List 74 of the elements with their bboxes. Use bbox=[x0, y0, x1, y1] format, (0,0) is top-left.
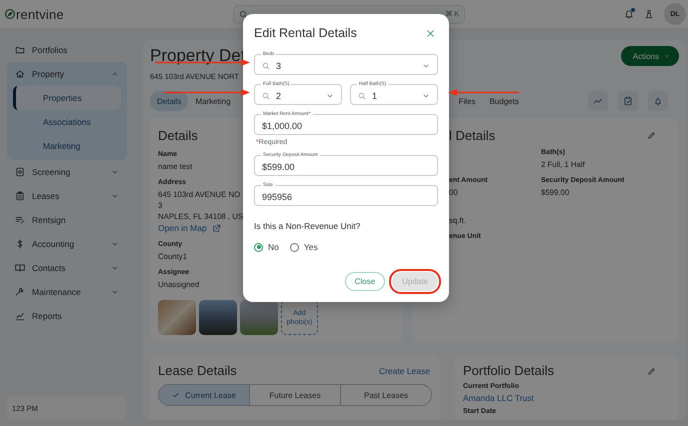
photo-placeholder bbox=[199, 300, 237, 335]
sidebar-item[interactable]: Accounting bbox=[7, 232, 127, 256]
dollar-icon bbox=[15, 239, 25, 249]
search-icon bbox=[262, 92, 270, 100]
tab[interactable]: Files bbox=[452, 96, 482, 106]
sidebar-item[interactable]: Contacts bbox=[7, 256, 127, 280]
search-icon bbox=[358, 92, 366, 100]
close-dialog-button[interactable]: Close bbox=[344, 272, 386, 291]
sidebar-subitem[interactable]: Associations bbox=[13, 110, 121, 134]
sidebar-item[interactable]: Leases bbox=[7, 184, 127, 208]
card-title: Lease Details bbox=[158, 363, 237, 379]
list-pen-icon bbox=[15, 215, 25, 225]
pencil-icon bbox=[647, 131, 656, 140]
toolbar-button[interactable] bbox=[618, 91, 638, 111]
actions-button[interactable]: Actions bbox=[620, 46, 679, 66]
person-icon bbox=[644, 9, 654, 19]
clipboard-icon bbox=[15, 191, 25, 201]
radio-button[interactable] bbox=[254, 242, 263, 252]
book-icon bbox=[15, 263, 25, 273]
document-icon bbox=[15, 167, 25, 177]
lease-segmented-control[interactable]: Current Lease Future Leases Past Leases bbox=[158, 384, 432, 406]
sidebar-item[interactable]: Rentsign bbox=[7, 208, 127, 232]
segment-tab[interactable]: Current Lease bbox=[159, 385, 249, 405]
segment-tab[interactable]: Future Leases bbox=[249, 385, 340, 405]
create-lease-link[interactable]: Create Lease bbox=[378, 366, 430, 376]
chevron-icon bbox=[111, 288, 119, 296]
tab[interactable]: Budgets bbox=[482, 96, 526, 106]
sidebar-item[interactable]: Portfolios bbox=[7, 38, 127, 62]
calendar-check-icon bbox=[623, 96, 633, 106]
toolbar-button[interactable] bbox=[648, 91, 668, 111]
pencil-icon bbox=[647, 367, 656, 376]
card-title: l Details bbox=[449, 128, 496, 144]
notification-button[interactable] bbox=[624, 9, 634, 19]
photo-placeholder bbox=[240, 300, 278, 335]
sidebar-item[interactable]: Reports bbox=[7, 304, 127, 328]
segment-tab[interactable]: Past Leases bbox=[340, 385, 431, 405]
question-text: Is this a Non-Revenue Unit? bbox=[254, 221, 362, 231]
sidebar-subitem[interactable]: Properties bbox=[13, 86, 121, 110]
close-icon bbox=[426, 28, 435, 38]
bell-icon bbox=[624, 9, 634, 19]
chevron-icon bbox=[111, 264, 119, 272]
check-icon bbox=[172, 391, 180, 399]
close-button[interactable] bbox=[426, 28, 435, 38]
portfolio-link[interactable]: Amanda LLC Trust bbox=[463, 392, 534, 404]
trend-line-icon bbox=[593, 96, 603, 106]
card-title: Portfolio Details bbox=[463, 363, 554, 379]
caret-icon bbox=[664, 53, 670, 59]
search-icon bbox=[239, 10, 248, 18]
folder-icon bbox=[15, 45, 25, 55]
chevron-icon bbox=[111, 240, 119, 248]
house-icon bbox=[15, 69, 25, 79]
map-link[interactable]: Open in Map bbox=[158, 222, 207, 234]
sidebar-item[interactable]: Maintenance bbox=[7, 280, 127, 304]
chevron-icon bbox=[111, 168, 119, 176]
external-link-icon bbox=[212, 224, 221, 232]
chevron-icon bbox=[111, 192, 119, 200]
card-title: Details bbox=[158, 128, 198, 144]
chart-icon bbox=[15, 311, 25, 321]
radio-button[interactable] bbox=[290, 242, 299, 252]
dialog-title: Edit Rental Details bbox=[254, 26, 357, 40]
radio-label: No bbox=[268, 242, 279, 252]
radio-label: Yes bbox=[304, 242, 318, 252]
wrench-icon bbox=[15, 287, 25, 297]
tab[interactable]: Details bbox=[150, 91, 188, 111]
tab[interactable]: Marketing bbox=[188, 96, 238, 106]
logo-text: rentvine bbox=[16, 6, 64, 22]
sidebar-item[interactable]: Screening bbox=[7, 160, 127, 184]
leaf-logo-icon bbox=[5, 9, 15, 19]
chevron-icon bbox=[111, 70, 119, 78]
photo-placeholder bbox=[158, 300, 196, 335]
sidebar-item[interactable]: Property bbox=[7, 62, 127, 86]
alarm-icon bbox=[653, 96, 663, 106]
sidebar-subitem[interactable]: Marketing bbox=[13, 134, 121, 158]
search-icon bbox=[262, 62, 270, 70]
